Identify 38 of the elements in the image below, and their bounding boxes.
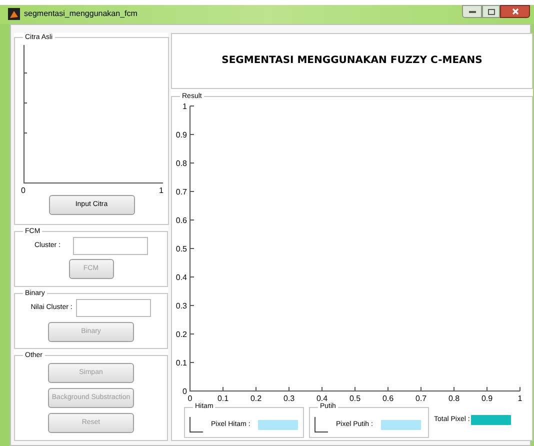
tick-label: 0.5 [349,394,361,402]
minimize-button[interactable] [462,5,482,18]
cluster-value-field[interactable] [76,299,152,317]
close-icon [512,8,518,15]
cluster-field[interactable] [72,237,148,255]
maximize-button[interactable] [482,5,500,18]
tick-label: 0 [182,387,187,396]
tick-label: 0.6 [176,216,187,225]
pixel-field[interactable] [380,420,421,430]
tick-label: 0.9 [481,394,493,402]
tick-label: 0.7 [415,394,427,402]
tick-label: 1 [518,394,522,402]
tick-label: 0.7 [176,188,187,196]
tick-label: 0.1 [176,358,187,368]
tick-label: 0.9 [176,130,187,140]
app-heading: SEGMENTASI MENGGUNAKAN FUZZY C-MEANS [222,54,482,68]
tick-label: 0.3 [283,394,295,402]
close-button[interactable] [500,5,530,18]
tick-label: 0.8 [448,394,460,402]
tick-label: 0 [21,186,26,195]
tick-label: 1 [182,102,187,111]
tick-label: 0.5 [176,244,187,254]
app-icon [8,8,20,20]
total-pixel-field[interactable] [470,415,511,425]
tick-label: 0.8 [176,159,187,168]
tick-label: 0.2 [176,330,187,339]
tick-label: 0.3 [176,302,187,310]
mini-axes-icon [189,416,203,433]
tick-label: 1 [159,186,164,195]
tick-label: 0.4 [176,273,187,282]
mini-axes-icon [314,416,328,433]
tick-label: 0.2 [250,394,262,402]
tick-label: 0 [188,394,192,402]
window-title: segmentasi_menggunakan_fcm [24,8,138,20]
tick-label: 0.4 [316,394,328,402]
tick-label: 0.6 [382,394,394,402]
tick-label: 0.1 [217,394,229,402]
pixel-field[interactable] [258,420,298,430]
